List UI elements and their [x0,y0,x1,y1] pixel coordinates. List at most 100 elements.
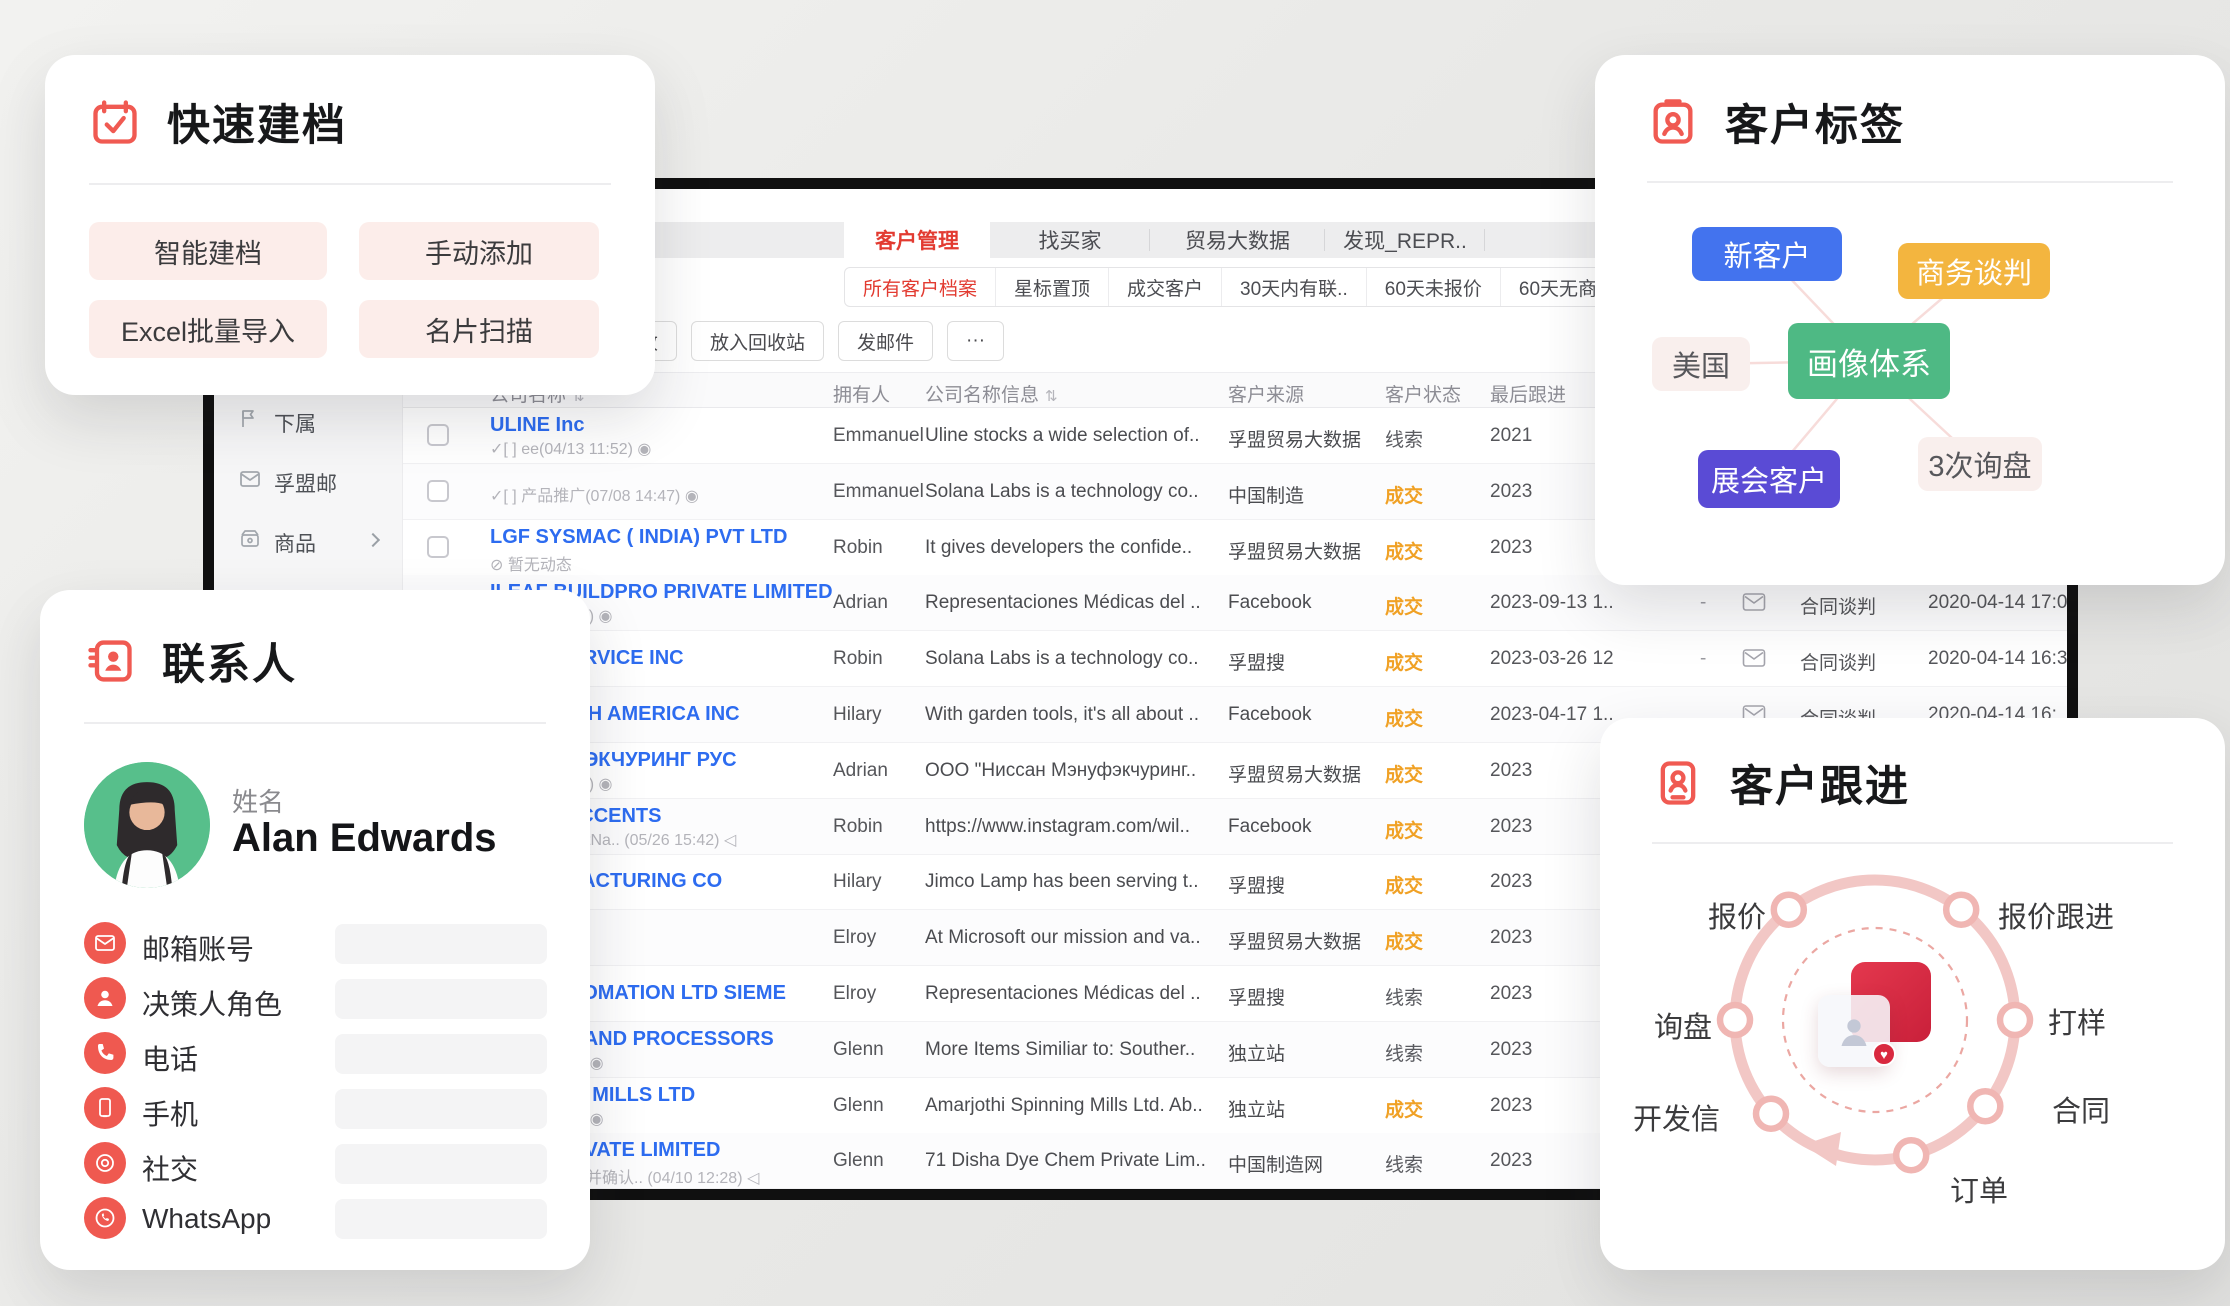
chevron-right-icon [366,533,380,547]
filter-chip-1[interactable]: 所有客户档案 [845,268,995,306]
toolbar-button-2[interactable]: 放入回收站 [691,321,824,361]
owner-cell: Glenn [833,1150,884,1172]
column-info[interactable]: 公司名称信息⇅ [925,380,1058,407]
company-info-cell: Amarjothi Spinning Mills Ltd. Ab.. [925,1095,1203,1117]
owner-cell: Adrian [833,592,888,614]
company-name-link[interactable]: LGF SYSMAC ( INDIA) PVT LTD [490,526,787,549]
owner-cell: Robin [833,648,883,670]
follow-step-label: 开发信 [1602,1096,1720,1138]
customer-tag[interactable]: 美国 [1652,337,1750,391]
customer-tag[interactable]: 3次询盘 [1918,437,2042,491]
filter-chip-2[interactable]: 星标置顶 [995,268,1108,306]
source-cell: 孚盟贸易大数据 [1228,927,1361,954]
toolbar-button-4[interactable]: ··· [947,321,1004,361]
owner-cell: Robin [833,816,883,838]
filter-chip-5[interactable]: 60天未报价 [1366,268,1500,306]
mail-icon[interactable] [1742,592,1766,612]
contact-field-label: 手机 [142,1093,198,1133]
source-cell: 孚盟贸易大数据 [1228,537,1361,564]
quick-action-button-3[interactable]: Excel批量导入 [89,300,327,358]
last-follow-cell: 2023 [1490,1039,1532,1061]
sidebar-item-1[interactable]: 下属 [214,399,402,443]
customer-tag[interactable]: 商务谈判 [1898,243,2050,299]
company-name-link[interactable]: ULINE Inc [490,414,584,437]
source-cell: 孚盟贸易大数据 [1228,425,1361,452]
tab-1[interactable]: 客户管理 [844,222,990,258]
company-info-cell: More Items Similiar to: Souther.. [925,1039,1195,1061]
company-info-cell: Representaciones Médicas del .. [925,983,1201,1005]
dash-cell: - [1700,592,1706,614]
contact-field-input[interactable] [335,1199,547,1239]
quick-action-button-1[interactable]: 智能建档 [89,222,327,280]
contact-field-input[interactable] [335,1034,547,1074]
column-source: 客户来源 [1228,380,1304,407]
last-follow-cell: 2023-09-13 1.. [1490,592,1614,614]
contact-field-label: 电话 [142,1038,198,1078]
mobile-icon [84,1087,126,1129]
mail-icon [238,467,262,491]
dash-cell: - [1700,648,1706,670]
status-badge: 成交 [1385,1095,1423,1122]
heart-icon: ♥ [1872,1042,1896,1066]
source-cell: 中国制造 [1228,481,1304,508]
follow-step-label: 打样 [2048,1000,2144,1042]
stage-cell: 合同谈判 [1800,592,1876,619]
contact-field-label: 社交 [142,1148,198,1188]
contact-field-input[interactable] [335,924,547,964]
calendar-check-icon [89,96,141,148]
mail-icon[interactable] [1742,648,1766,668]
owner-cell: Elroy [833,927,876,949]
stage-cell: 合同谈判 [1800,648,1876,675]
company-info-cell: Solana Labs is a technology co.. [925,481,1199,503]
contact-field-input[interactable] [335,979,547,1019]
company-info-cell: ООО "Ниссан Мэнуфэкчуринг.. [925,760,1196,782]
tab-2[interactable]: 找买家 [990,222,1150,258]
sidebar-item-2[interactable]: 孚盟邮 [214,459,402,503]
contact-field-input[interactable] [335,1089,547,1129]
sort-icon[interactable]: ⇅ [1045,388,1058,405]
status-badge: 线索 [1385,425,1423,452]
filter-chip-4[interactable]: 30天内有联.. [1221,268,1366,306]
contact-field-input[interactable] [335,1144,547,1184]
tag-connector-lines [1595,55,2225,585]
customer-tag[interactable]: 新客户 [1692,227,1842,281]
tab-3[interactable]: 贸易大数据 [1150,222,1325,258]
sidebar-item-3[interactable]: 商品 [214,519,402,563]
row-checkbox[interactable] [427,480,449,502]
customer-tags-card: 客户标签 新客户商务谈判美国画像体系展会客户3次询盘 [1595,55,2225,585]
status-badge: 成交 [1385,537,1423,564]
quick-action-button-2[interactable]: 手动添加 [359,222,599,280]
quick-action-button-4[interactable]: 名片扫描 [359,300,599,358]
status-badge: 成交 [1385,648,1423,675]
source-cell: Facebook [1228,704,1311,726]
last-follow-cell: 2021 [1490,425,1532,447]
contact-book-icon [84,635,136,687]
tab-label: 贸易大数据 [1185,225,1290,255]
contact-field: 社交 [40,1142,590,1186]
row-checkbox[interactable] [427,424,449,446]
tab-divider [1484,229,1485,251]
tab-4[interactable]: 发现_REPR.. [1325,222,1485,258]
company-info-cell: Solana Labs is a technology co.. [925,648,1199,670]
source-cell: 独立站 [1228,1095,1285,1122]
follow-step-label: 报价 [1660,894,1766,936]
filter-chip-3[interactable]: 成交客户 [1108,268,1221,306]
company-info-cell: With garden tools, it's all about .. [925,704,1199,726]
sidebar-item-label: 商品 [274,528,316,558]
customer-tag[interactable]: 展会客户 [1698,450,1840,508]
row-checkbox[interactable] [427,536,449,558]
owner-cell: Robin [833,537,883,559]
customer-tag[interactable]: 画像体系 [1788,323,1950,399]
source-cell: 孚盟搜 [1228,871,1285,898]
owner-cell: Emmanuel [833,481,924,503]
follow-up-card: 客户跟进 ♥ 报价报价跟进询盘打样开发信合同订单 [1600,718,2225,1270]
contact-field: 邮箱账号 [40,922,590,966]
company-info-cell: It gives developers the confide.. [925,537,1192,559]
last-follow-cell: 2023 [1490,760,1532,782]
status-badge: 成交 [1385,592,1423,619]
company-activity: ✓[ ] ee(04/13 11:52) ◉ [490,439,651,459]
contact-field-label: 邮箱账号 [142,928,254,968]
source-cell: 孚盟搜 [1228,983,1285,1010]
company-info-cell: Uline stocks a wide selection of.. [925,425,1200,447]
toolbar-button-3[interactable]: 发邮件 [838,321,933,361]
